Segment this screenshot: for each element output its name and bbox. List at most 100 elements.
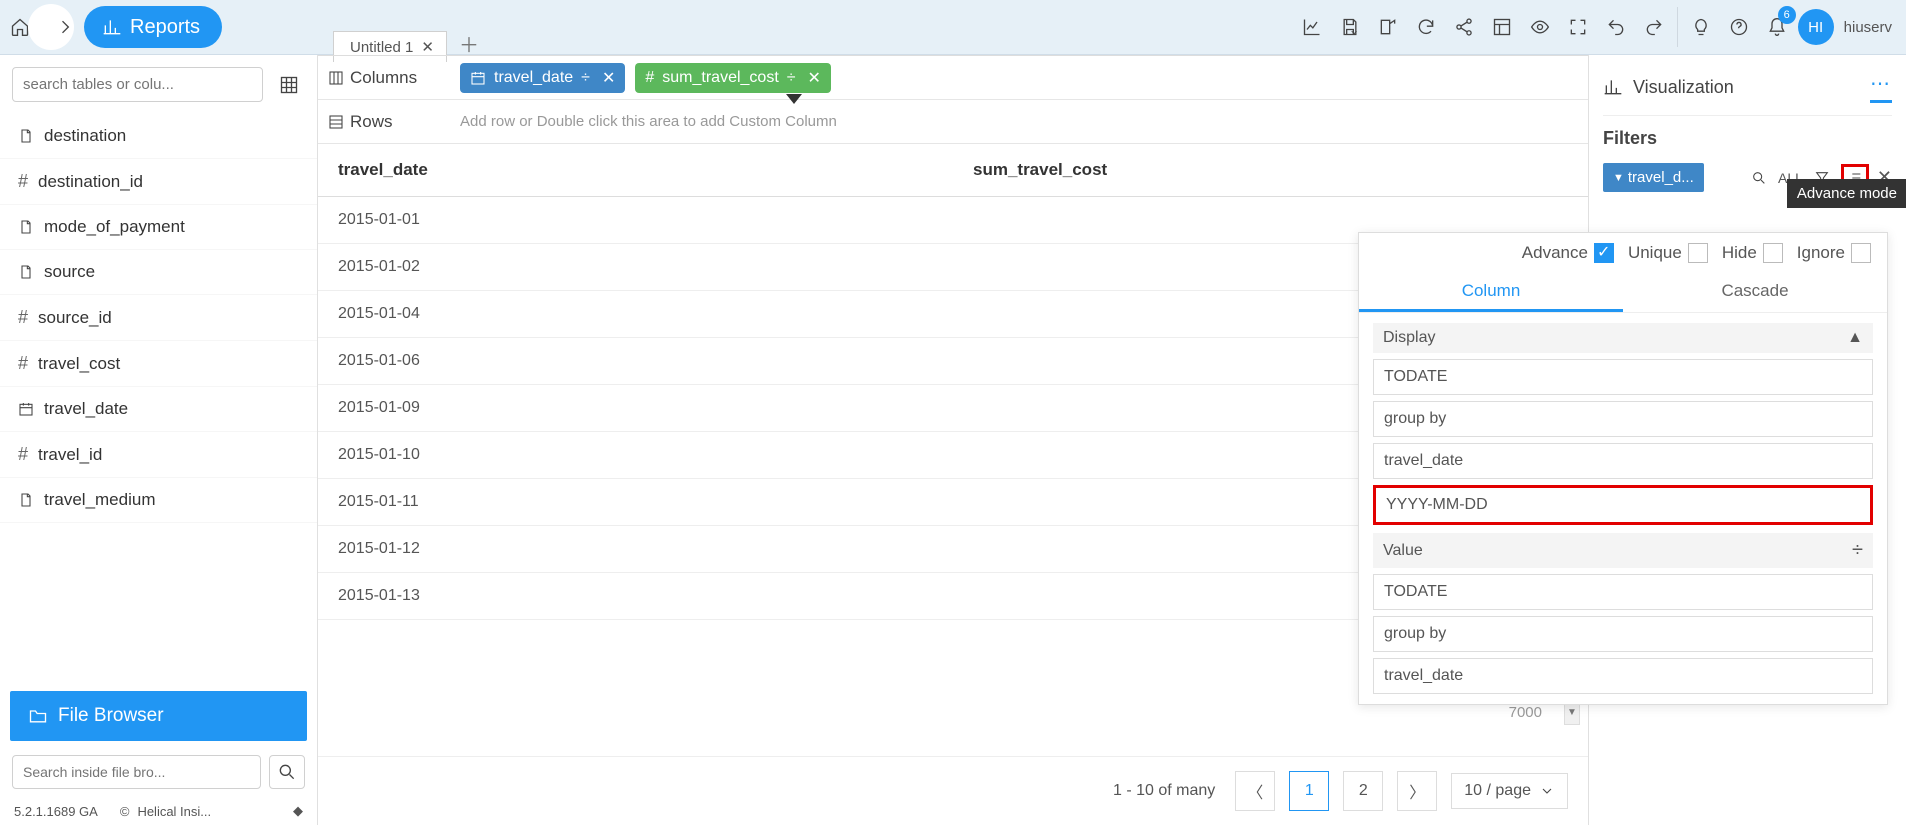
field-item-destination_id[interactable]: #destination_id	[0, 159, 317, 205]
field-item-travel_medium[interactable]: travel_medium	[0, 478, 317, 523]
unique-checkbox[interactable]: Unique	[1628, 243, 1708, 263]
table-cell: 2015-01-13	[318, 573, 953, 619]
search-icon	[1751, 170, 1767, 186]
field-item-mode_of_payment[interactable]: mode_of_payment	[0, 205, 317, 250]
version-text: 5.2.1.1689 GA	[14, 804, 98, 819]
pager-next-button[interactable]: 〉	[1397, 771, 1437, 811]
divide-icon: ÷	[581, 69, 590, 87]
close-icon[interactable]: ✕	[421, 38, 434, 56]
redo-button[interactable]	[1637, 10, 1671, 44]
tab-cascade[interactable]: Cascade	[1623, 273, 1887, 312]
display-section-header[interactable]: Display ▲	[1373, 323, 1873, 353]
table-cell: 2015-01-12	[318, 526, 953, 572]
value-field-todate[interactable]	[1373, 574, 1873, 610]
visualization-more-button[interactable]: ⋯	[1870, 71, 1892, 103]
ignore-checkbox[interactable]: Ignore	[1797, 243, 1871, 263]
pill-remove-button[interactable]: ✕	[602, 68, 615, 88]
notification-count: 6	[1778, 6, 1796, 24]
pill-remove-button[interactable]: ✕	[808, 68, 821, 88]
filter-config-popup: Advance Unique Hide Ignore Column Cascad…	[1358, 232, 1888, 705]
columns-icon	[328, 70, 344, 86]
field-item-source_id[interactable]: #source_id	[0, 295, 317, 341]
pager-prev-button[interactable]: 〈	[1235, 771, 1275, 811]
export-icon	[1378, 17, 1398, 37]
field-item-travel_cost[interactable]: #travel_cost	[0, 341, 317, 387]
rows-placeholder: Add row or Double click this area to add…	[460, 113, 837, 130]
hint-button[interactable]	[1684, 10, 1718, 44]
tab-column[interactable]: Column	[1359, 273, 1623, 312]
share-button[interactable]	[1447, 10, 1481, 44]
username-label: hiuserv	[1844, 19, 1892, 36]
filter-search-button[interactable]	[1748, 167, 1770, 189]
table-cell: 2015-01-11	[318, 479, 953, 525]
file-browser-button[interactable]: File Browser	[10, 691, 307, 741]
advance-checkbox[interactable]: Advance	[1522, 243, 1614, 263]
table-header[interactable]: sum_travel_cost	[953, 144, 1588, 196]
table-cell: 2015-01-02	[318, 244, 953, 290]
bulb-icon	[1691, 17, 1711, 37]
table-cell: 2015-01-10	[318, 432, 953, 478]
folder-icon	[28, 706, 48, 726]
columns-label: Columns	[350, 68, 417, 88]
pager-page-1[interactable]: 1	[1289, 771, 1329, 811]
chart-icon	[1603, 77, 1623, 97]
rows-label: Rows	[350, 112, 393, 132]
field-item-travel_date[interactable]: travel_date	[0, 387, 317, 432]
dropdown-caret-icon[interactable]	[786, 94, 802, 104]
line-chart-button[interactable]	[1295, 10, 1329, 44]
refresh-icon	[1416, 17, 1436, 37]
column-pill-travel-date[interactable]: travel_date ÷ ✕	[460, 63, 625, 93]
collapse-icon: ▲	[1847, 329, 1863, 347]
ghost-value: 7000	[1509, 704, 1542, 721]
preview-button[interactable]	[1523, 10, 1557, 44]
visualization-label: Visualization	[1633, 77, 1734, 98]
display-field-groupby[interactable]	[1373, 401, 1873, 437]
breadcrumb-next-button[interactable]	[55, 17, 75, 37]
help-icon	[1729, 17, 1749, 37]
value-field-traveldate[interactable]	[1373, 658, 1873, 694]
separator	[1677, 7, 1678, 47]
search-icon	[277, 762, 297, 782]
layout-button[interactable]	[1485, 10, 1519, 44]
divide-icon: ÷	[787, 69, 796, 87]
add-value-button[interactable]: ÷	[1852, 539, 1863, 562]
field-search-input[interactable]	[12, 67, 263, 102]
file-browser-search-input[interactable]	[12, 755, 261, 789]
filter-chip-travel-date[interactable]: ▼ travel_d...	[1603, 163, 1704, 192]
columns-shelf[interactable]: Columns travel_date ÷ ✕ # sum_travel_cos…	[318, 56, 1588, 100]
save-button[interactable]	[1333, 10, 1367, 44]
redo-icon	[1644, 17, 1664, 37]
file-browser-label: File Browser	[58, 705, 164, 727]
per-page-select[interactable]: 10 / page	[1451, 773, 1568, 809]
table-header[interactable]: travel_date	[318, 144, 953, 196]
grid-toggle-button[interactable]	[273, 69, 305, 101]
undo-button[interactable]	[1599, 10, 1633, 44]
column-pill-sum-travel-cost[interactable]: # sum_travel_cost ÷ ✕	[635, 63, 831, 93]
notifications-button[interactable]: 6	[1760, 10, 1794, 44]
display-field-dateformat[interactable]	[1373, 485, 1873, 525]
field-item-destination[interactable]: destination	[0, 114, 317, 159]
field-item-travel_id[interactable]: #travel_id	[0, 432, 317, 478]
file-browser-search-button[interactable]	[269, 755, 305, 789]
value-section-header[interactable]: Value ÷	[1373, 533, 1873, 568]
display-field-traveldate[interactable]	[1373, 443, 1873, 479]
hide-checkbox[interactable]: Hide	[1722, 243, 1783, 263]
rows-shelf[interactable]: Rows Add row or Double click this area t…	[318, 100, 1588, 144]
pager-page-2[interactable]: 2	[1343, 771, 1383, 811]
fullscreen-button[interactable]	[1561, 10, 1595, 44]
field-item-source[interactable]: source	[0, 250, 317, 295]
export-button[interactable]	[1371, 10, 1405, 44]
refresh-button[interactable]	[1409, 10, 1443, 44]
help-button[interactable]	[1722, 10, 1756, 44]
pager-info: 1 - 10 of many	[1113, 782, 1215, 800]
reports-breadcrumb[interactable]: Reports	[84, 6, 222, 48]
sidebar: destination#destination_idmode_of_paymen…	[0, 55, 318, 825]
rows-icon	[328, 114, 344, 130]
pill-label: sum_travel_cost	[662, 69, 779, 87]
calendar-icon	[470, 70, 486, 86]
display-field-todate[interactable]	[1373, 359, 1873, 395]
expand-icon	[1568, 17, 1588, 37]
avatar[interactable]: HI	[1798, 9, 1834, 45]
value-field-groupby[interactable]	[1373, 616, 1873, 652]
undo-icon	[1606, 17, 1626, 37]
